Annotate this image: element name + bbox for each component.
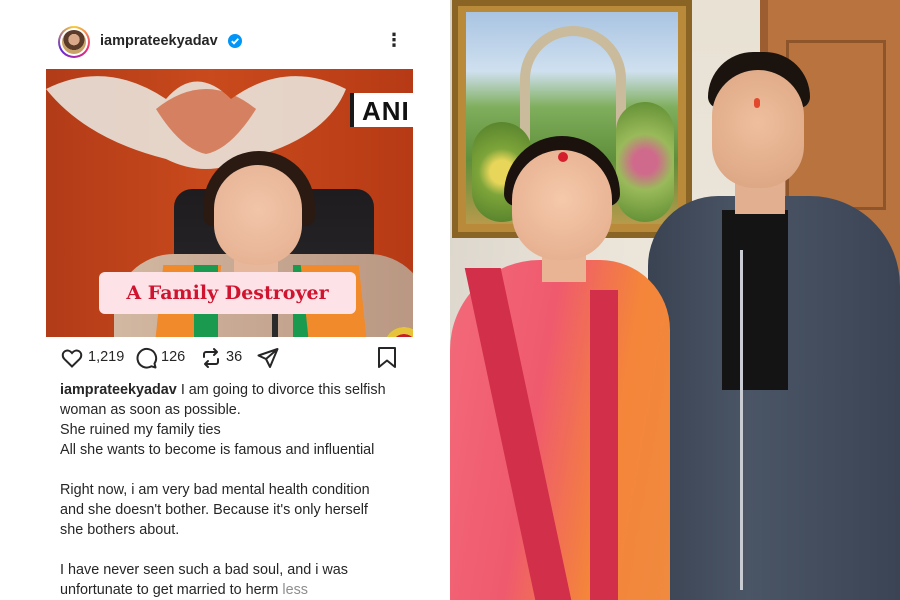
man-face <box>712 70 804 188</box>
news-logo: ANI <box>350 93 413 127</box>
couple-photo <box>450 0 900 600</box>
avatar-inner <box>60 28 88 56</box>
comment-count: 126 <box>161 349 186 365</box>
avatar-photo <box>62 30 86 54</box>
bindi-mark <box>558 152 568 162</box>
caption-line: and she doesn't bother. Because it's onl… <box>60 502 368 518</box>
post-actions: 1,219 126 36 <box>0 344 450 372</box>
woman-face <box>512 150 612 260</box>
share-icon[interactable] <box>256 346 280 370</box>
caption-line: I am going to divorce this selfish <box>180 382 386 398</box>
heart-icon[interactable] <box>60 346 84 370</box>
post-header: iamprateekyadav ⋮ <box>0 20 450 66</box>
caption-line: I have never seen such a bad soul, and i… <box>60 562 348 578</box>
post-media[interactable]: ANI A Family Destroyer <box>46 69 413 337</box>
media-caption-overlay: A Family Destroyer <box>99 272 356 314</box>
repost-icon[interactable] <box>199 346 223 370</box>
hoodie-zip <box>740 250 743 590</box>
caption-line: woman as soon as possible. <box>60 402 241 418</box>
instagram-post: iamprateekyadav ⋮ ANI A Family Destroyer <box>0 0 450 600</box>
saree-border-right <box>590 290 618 600</box>
painting-bush-right <box>616 102 674 222</box>
more-options-icon[interactable]: ⋮ <box>385 28 403 52</box>
caption-line: unfortunate to get married to herm <box>60 582 279 598</box>
less-link[interactable]: less <box>282 582 308 598</box>
tilak-mark <box>754 98 760 108</box>
caption-line: All she wants to become is famous and in… <box>60 442 375 458</box>
man-tshirt <box>722 210 788 390</box>
post-username[interactable]: iamprateekyadav <box>100 33 218 49</box>
caption-line: she bothers about. <box>60 522 180 538</box>
caption-username[interactable]: iamprateekyadav <box>60 382 177 398</box>
repost-count: 36 <box>226 349 243 365</box>
caption-line: Right now, i am very bad mental health c… <box>60 482 370 498</box>
post-caption: iamprateekyadav I am going to divorce th… <box>60 380 416 600</box>
bookmark-icon[interactable] <box>376 346 398 370</box>
lotus-backdrop <box>46 76 346 169</box>
verified-badge-icon <box>228 34 242 48</box>
speaker-face <box>214 165 302 265</box>
like-count: 1,219 <box>88 349 125 365</box>
comment-icon[interactable] <box>134 346 158 370</box>
profile-avatar[interactable] <box>58 26 90 58</box>
caption-line: She ruined my family ties <box>60 422 221 438</box>
